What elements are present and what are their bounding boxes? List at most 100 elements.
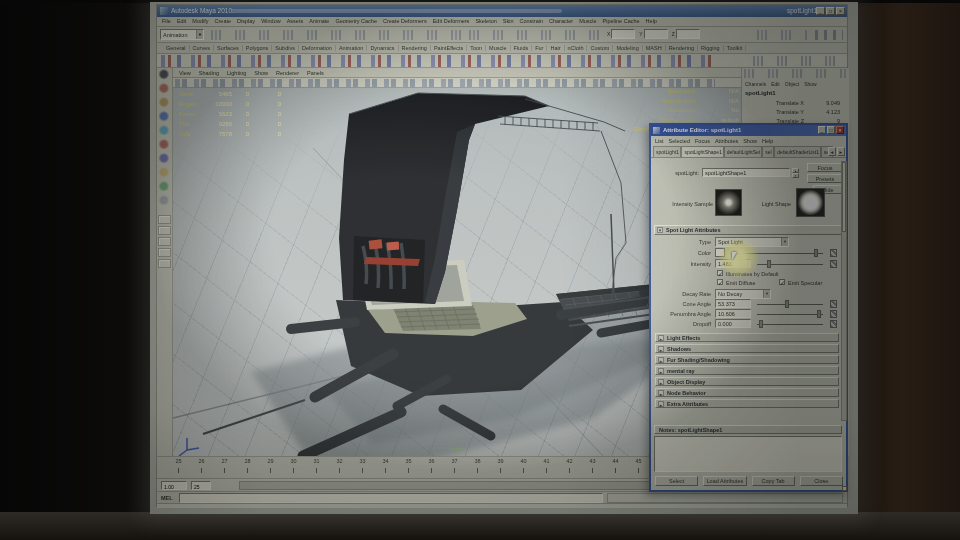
outliner-persp-layout-button[interactable] bbox=[158, 259, 171, 268]
menu-item[interactable]: Constrain bbox=[519, 18, 543, 25]
ae-tab[interactable]: spotLight1 bbox=[653, 146, 681, 157]
panel-menu-item[interactable]: View bbox=[179, 70, 191, 76]
ae-footer-button[interactable]: Close bbox=[800, 476, 843, 486]
paint-select-tool-icon[interactable] bbox=[158, 97, 171, 110]
ae-menu-item[interactable]: Focus bbox=[695, 138, 710, 144]
collapsed-section[interactable]: ▸ Light Effects bbox=[655, 333, 839, 342]
frame-cell[interactable]: 31 bbox=[305, 458, 328, 473]
menu-item[interactable]: Edit Deformers bbox=[433, 18, 470, 25]
intensity-sample-swatch[interactable] bbox=[715, 189, 742, 216]
shelf-icons-strip[interactable] bbox=[161, 55, 717, 67]
move-tool-icon[interactable] bbox=[158, 111, 171, 124]
four-pane-layout-button[interactable] bbox=[158, 248, 171, 257]
dropoff-map-button[interactable] bbox=[830, 320, 837, 328]
shelf-tab[interactable]: Toon bbox=[467, 45, 486, 51]
soft-mod-tool-icon[interactable] bbox=[158, 167, 171, 180]
menu-item[interactable]: Geometry Cache bbox=[335, 18, 377, 25]
anim-start-field[interactable]: 1.00 bbox=[161, 481, 187, 490]
collapsed-section[interactable]: ▸ Fur Shading/Shadowing bbox=[655, 355, 839, 364]
status-icons-strip[interactable] bbox=[211, 30, 461, 40]
ae-focus-button[interactable]: Focus bbox=[807, 163, 843, 172]
dropoff-field[interactable]: 0.000 bbox=[715, 319, 751, 328]
snap-icons-strip[interactable] bbox=[469, 30, 599, 40]
menu-item[interactable]: Create Deformers bbox=[383, 18, 427, 25]
cone-angle-slider-handle[interactable] bbox=[785, 300, 789, 308]
frame-cell[interactable]: 35 bbox=[397, 458, 420, 473]
maximize-button[interactable]: □ bbox=[826, 7, 835, 15]
penumbra-map-button[interactable] bbox=[830, 310, 837, 318]
intensity-map-button[interactable] bbox=[830, 260, 837, 268]
tab-scroll-left-icon[interactable]: ◂ bbox=[828, 147, 836, 156]
menu-item[interactable]: Animate bbox=[309, 18, 329, 25]
channel-menu-item[interactable]: Channels bbox=[745, 81, 766, 87]
dropoff-slider-track[interactable] bbox=[757, 324, 823, 325]
three-pane-layout-button[interactable] bbox=[158, 237, 171, 246]
frame-cell[interactable]: 36 bbox=[420, 458, 443, 473]
notes-textarea[interactable] bbox=[654, 436, 842, 472]
shelf-tab[interactable]: Hair bbox=[547, 45, 564, 51]
ae-footer-button[interactable]: Copy Tab bbox=[752, 476, 795, 486]
last-tool-icon[interactable] bbox=[158, 195, 171, 208]
frame-cell[interactable]: 41 bbox=[535, 458, 558, 473]
command-line-mode[interactable]: MEL bbox=[161, 495, 173, 501]
shelf-tab[interactable]: Rigging bbox=[698, 45, 724, 51]
shelf-tab[interactable]: Subdivs bbox=[272, 45, 299, 51]
select-tool-icon[interactable] bbox=[158, 69, 171, 82]
frame-cell[interactable]: 34 bbox=[374, 458, 397, 473]
menu-item[interactable]: Create bbox=[215, 18, 232, 25]
shelf-tab[interactable]: Muscle bbox=[486, 45, 510, 51]
penumbra-slider-handle[interactable] bbox=[817, 310, 821, 318]
rotate-tool-icon[interactable] bbox=[158, 125, 171, 138]
frame-cell[interactable]: 30 bbox=[282, 458, 305, 473]
single-pane-layout-button[interactable] bbox=[158, 215, 171, 224]
collapsed-section[interactable]: ▸ Node Behavior bbox=[655, 388, 839, 397]
scale-tool-icon[interactable] bbox=[158, 139, 171, 152]
menu-set-dropdown[interactable]: Animation ▼ bbox=[160, 29, 204, 40]
ae-maximize-button[interactable]: □ bbox=[827, 126, 835, 134]
cone-angle-field[interactable]: 53.373 bbox=[715, 299, 751, 308]
frame-cell[interactable]: 38 bbox=[466, 458, 489, 473]
ae-menu-item[interactable]: Selected bbox=[669, 138, 690, 144]
axis-input[interactable] bbox=[644, 29, 668, 39]
ae-node-name-field[interactable]: spotLightShape1 bbox=[702, 168, 790, 177]
menu-item[interactable]: Skin bbox=[503, 18, 514, 25]
emit-diffuse-checkbox[interactable]: ✓ bbox=[717, 279, 723, 285]
panel-menu-item[interactable]: Lighting bbox=[227, 70, 246, 76]
channel-row[interactable]: Translate Y 4.123 bbox=[742, 109, 850, 118]
notes-header[interactable]: Notes: spotLightShape1 bbox=[654, 425, 842, 434]
menu-item[interactable]: Window bbox=[261, 18, 281, 25]
menu-item[interactable]: Assets bbox=[287, 18, 304, 25]
shelf-tab[interactable]: Fur bbox=[532, 45, 547, 51]
title-bar[interactable]: Autodesk Maya 2010: spotLight1 _ □ × bbox=[157, 5, 847, 17]
frame-cell[interactable]: 45 bbox=[627, 458, 650, 473]
light-shape-swatch[interactable] bbox=[796, 188, 825, 217]
status-right-strip[interactable] bbox=[757, 30, 807, 40]
ae-close-button[interactable]: × bbox=[836, 126, 844, 134]
shelf-tab[interactable]: Dynamics bbox=[367, 45, 398, 51]
universal-manipulator-icon[interactable] bbox=[158, 153, 171, 166]
sidebar-toggle-icons[interactable] bbox=[815, 30, 843, 40]
shelf-tab[interactable]: Modeling bbox=[613, 45, 642, 51]
channel-box-node-name[interactable]: spotLight1 bbox=[745, 90, 776, 96]
frame-cell[interactable]: 43 bbox=[581, 458, 604, 473]
ae-menu-item[interactable]: List bbox=[655, 138, 664, 144]
ae-scrollbar[interactable] bbox=[841, 161, 847, 421]
shelf-tab[interactable]: Custom bbox=[587, 45, 613, 51]
ae-footer-button[interactable]: Load Attributes bbox=[703, 476, 746, 486]
menu-item[interactable]: Edit bbox=[177, 18, 186, 25]
color-map-button[interactable] bbox=[830, 249, 837, 257]
channel-menu-item[interactable]: Object bbox=[785, 81, 799, 87]
ae-menu-item[interactable]: Attributes bbox=[715, 138, 738, 144]
channel-menu-item[interactable]: Show bbox=[804, 81, 817, 87]
ae-minimize-button[interactable]: _ bbox=[818, 126, 826, 134]
ae-tab[interactable]: sel bbox=[762, 146, 774, 157]
ae-tab[interactable]: spotLightShape1 bbox=[681, 146, 723, 157]
ae-tab[interactable]: defaultLightSet bbox=[724, 146, 762, 157]
frame-cell[interactable]: 44 bbox=[604, 458, 627, 473]
frame-cell[interactable]: 27 bbox=[213, 458, 236, 473]
intensity-slider-handle[interactable] bbox=[767, 260, 771, 268]
axis-input[interactable] bbox=[611, 29, 635, 39]
shelf-tab[interactable]: nCloth bbox=[565, 45, 588, 51]
shelf-tab[interactable]: Fluids bbox=[511, 45, 533, 51]
ae-presets-button[interactable]: Presets bbox=[807, 174, 843, 183]
